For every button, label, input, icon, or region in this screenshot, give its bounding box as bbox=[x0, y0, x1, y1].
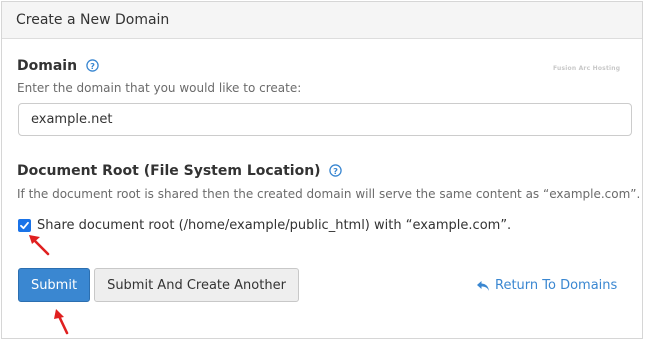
return-to-domains-label: Return To Domains bbox=[495, 278, 618, 293]
svg-text:?: ? bbox=[90, 61, 95, 71]
red-pointer-arrow-icon bbox=[54, 309, 69, 335]
return-to-domains-link[interactable]: Return To Domains bbox=[476, 278, 617, 293]
question-circle-icon[interactable]: ? bbox=[86, 59, 99, 72]
submit-and-create-another-button[interactable]: Submit And Create Another bbox=[94, 268, 299, 302]
create-domain-panel: Create a New Domain Fusion Arc Hosting D… bbox=[1, 1, 643, 339]
share-root-label[interactable]: Share document root (/home/example/publi… bbox=[37, 218, 511, 233]
document-root-label-row: Document Root (File System Location) ? bbox=[17, 163, 343, 179]
checkmark-icon bbox=[20, 221, 29, 229]
domain-input[interactable] bbox=[18, 103, 632, 136]
watermark: Fusion Arc Hosting bbox=[553, 65, 621, 72]
reply-arrow-icon bbox=[477, 280, 489, 291]
panel-title: Create a New Domain bbox=[16, 12, 170, 28]
domain-help-text: Enter the domain that you would like to … bbox=[17, 81, 302, 95]
domain-label-row: Domain ? bbox=[17, 58, 99, 74]
svg-text:?: ? bbox=[334, 166, 339, 176]
submit-button[interactable]: Submit bbox=[18, 268, 90, 302]
document-root-label: Document Root (File System Location) bbox=[17, 163, 321, 179]
panel-header: Create a New Domain bbox=[2, 2, 642, 39]
question-circle-icon[interactable]: ? bbox=[329, 164, 343, 177]
document-root-help-text: If the document root is shared then the … bbox=[17, 187, 641, 201]
domain-label: Domain bbox=[17, 58, 78, 74]
red-pointer-arrow-icon bbox=[29, 235, 50, 256]
share-root-row: Share document root (/home/example/publi… bbox=[18, 215, 511, 235]
